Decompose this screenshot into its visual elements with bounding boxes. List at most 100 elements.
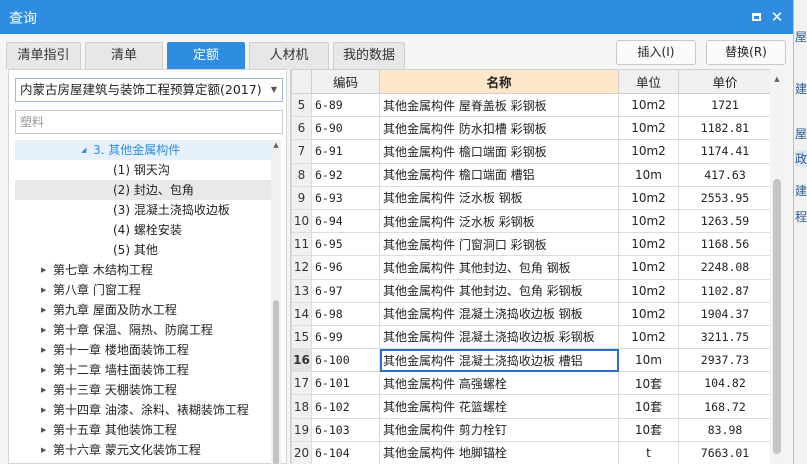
unit-cell[interactable]: 10m2 <box>618 92 679 118</box>
tab-labor-material-machine[interactable]: 人材机 <box>249 42 329 69</box>
unit-cell[interactable]: 10m2 <box>618 185 679 210</box>
code-cell[interactable]: 6-99 <box>311 324 380 350</box>
column-header-unit[interactable]: 单位 <box>618 69 679 94</box>
code-cell[interactable]: 6-95 <box>311 232 380 257</box>
price-cell[interactable]: 2248.08 <box>678 255 772 280</box>
code-cell[interactable]: 6-100 <box>311 348 380 373</box>
chevron-down-icon[interactable]: ▼ <box>271 79 277 101</box>
table-row[interactable]: 8 6-92 其他金属构件 檐口端面 槽铝 10m 417.63 <box>291 162 772 187</box>
column-header-price[interactable]: 单价 <box>678 69 772 94</box>
name-cell[interactable]: 其他金属构件 檐口端面 槽铝 <box>379 162 619 187</box>
price-cell[interactable]: 104.82 <box>678 371 772 396</box>
table-row[interactable]: 7 6-91 其他金属构件 檐口端面 彩钢板 10m2 1174.41 <box>291 139 772 164</box>
name-cell[interactable]: 其他金属构件 防水扣槽 彩钢板 <box>379 116 619 141</box>
maximize-icon[interactable] <box>747 8 765 26</box>
price-cell[interactable]: 1182.81 <box>678 116 772 141</box>
expand-caret-icon[interactable]: ▶ <box>41 320 46 340</box>
unit-cell[interactable]: 10m2 <box>618 116 679 141</box>
scroll-up-icon[interactable]: ▲ <box>770 75 784 83</box>
unit-cell[interactable]: 10m2 <box>618 255 679 280</box>
grid-scroll-thumb[interactable] <box>773 179 781 454</box>
name-cell[interactable]: 其他金属构件 高强螺栓 <box>379 371 619 396</box>
code-cell[interactable]: 6-96 <box>311 255 380 280</box>
expand-caret-icon[interactable]: ▶ <box>41 440 46 460</box>
code-cell[interactable]: 6-90 <box>311 116 380 141</box>
tree-item[interactable]: (1) 钢天沟 <box>15 160 271 180</box>
table-row[interactable]: 11 6-95 其他金属构件 门窗洞口 彩钢板 10m2 1168.56 <box>291 232 772 257</box>
code-cell[interactable]: 6-93 <box>311 185 380 210</box>
tree-scroll-thumb[interactable] <box>273 300 279 464</box>
code-cell[interactable]: 6-94 <box>311 208 380 234</box>
tab-my-data[interactable]: 我的数据 <box>333 42 405 69</box>
insert-button[interactable]: 插入(I) <box>616 40 696 65</box>
name-cell[interactable]: 其他金属构件 剪力栓钉 <box>379 417 619 442</box>
table-row[interactable]: 16 6-100 其他金属构件 混凝土浇捣收边板 槽铝 10m 2937.73 <box>291 348 772 373</box>
unit-cell[interactable]: t <box>618 440 679 464</box>
price-cell[interactable]: 417.63 <box>678 162 772 187</box>
unit-cell[interactable]: 10m2 <box>618 232 679 257</box>
name-cell[interactable]: 其他金属构件 混凝土浇捣收边板 彩钢板 <box>379 324 619 350</box>
table-row[interactable]: 18 6-102 其他金属构件 花篮螺栓 10套 168.72 <box>291 394 772 419</box>
tab-bill-guide[interactable]: 清单指引 <box>6 42 81 69</box>
code-cell[interactable]: 6-97 <box>311 278 380 303</box>
tab-bill[interactable]: 清单 <box>85 42 163 69</box>
unit-cell[interactable]: 10m2 <box>618 324 679 350</box>
replace-button[interactable]: 替换(R) <box>706 40 786 65</box>
grid-scrollbar[interactable]: ▲ <box>770 69 784 464</box>
quota-library-select[interactable]: 内蒙古房屋建筑与装饰工程预算定额(2017) ▼ <box>15 78 283 102</box>
tree-item[interactable]: ▶ 第十一章 楼地面装饰工程 <box>15 340 271 360</box>
tree-item[interactable]: ▶ 第十三章 天棚装饰工程 <box>15 380 271 400</box>
expand-caret-icon[interactable]: ▶ <box>41 340 46 360</box>
expand-caret-icon[interactable]: ▶ <box>41 260 46 280</box>
table-row[interactable]: 15 6-99 其他金属构件 混凝土浇捣收边板 彩钢板 10m2 3211.75 <box>291 324 772 350</box>
code-cell[interactable]: 6-92 <box>311 162 380 187</box>
unit-cell[interactable]: 10m <box>618 348 679 373</box>
tree-item[interactable]: ▶ 第九章 屋面及防水工程 <box>15 300 271 320</box>
code-cell[interactable]: 6-98 <box>311 301 380 326</box>
expand-caret-icon[interactable]: ▶ <box>41 380 46 400</box>
table-row[interactable]: 14 6-98 其他金属构件 混凝土浇捣收边板 钢板 10m2 1904.37 <box>291 301 772 326</box>
table-row[interactable]: 17 6-101 其他金属构件 高强螺栓 10套 104.82 <box>291 371 772 396</box>
tree-item[interactable]: ▶ 第十二章 墙柱面装饰工程 <box>15 360 271 380</box>
table-row[interactable]: 6 6-90 其他金属构件 防水扣槽 彩钢板 10m2 1182.81 <box>291 116 772 141</box>
price-cell[interactable]: 1904.37 <box>678 301 772 326</box>
tree-item[interactable]: ▶ 第八章 门窗工程 <box>15 280 271 300</box>
table-row[interactable]: 9 6-93 其他金属构件 泛水板 钢板 10m2 2553.95 <box>291 185 772 210</box>
price-cell[interactable]: 1168.56 <box>678 232 772 257</box>
name-cell[interactable]: 其他金属构件 花篮螺栓 <box>379 394 619 419</box>
unit-cell[interactable]: 10m2 <box>618 139 679 164</box>
price-cell[interactable]: 2937.73 <box>678 348 772 373</box>
name-cell[interactable]: 其他金属构件 屋脊盖板 彩钢板 <box>379 92 619 118</box>
code-cell[interactable]: 6-104 <box>311 440 380 464</box>
price-cell[interactable]: 2553.95 <box>678 185 772 210</box>
price-cell[interactable]: 3211.75 <box>678 324 772 350</box>
price-cell[interactable]: 1174.41 <box>678 139 772 164</box>
table-row[interactable]: 13 6-97 其他金属构件 其他封边、包角 彩钢板 10m2 1102.87 <box>291 278 772 303</box>
expand-caret-icon[interactable]: ▶ <box>41 300 46 320</box>
collapse-caret-icon[interactable]: ◢ <box>81 140 86 160</box>
name-cell[interactable]: 其他金属构件 檐口端面 彩钢板 <box>379 139 619 164</box>
unit-cell[interactable]: 10m2 <box>618 208 679 234</box>
table-row[interactable]: 10 6-94 其他金属构件 泛水板 彩钢板 10m2 1263.59 <box>291 208 772 234</box>
name-cell[interactable]: 其他金属构件 其他封边、包角 钢板 <box>379 255 619 280</box>
tree-item[interactable]: (4) 螺栓安装 <box>15 220 271 240</box>
column-header-name[interactable]: 名称 <box>379 69 619 94</box>
close-icon[interactable]: ✕ <box>768 8 786 26</box>
expand-caret-icon[interactable]: ▶ <box>41 360 46 380</box>
tab-quota[interactable]: 定额 <box>167 42 245 69</box>
unit-cell[interactable]: 10m <box>618 162 679 187</box>
table-row[interactable]: 19 6-103 其他金属构件 剪力栓钉 10套 83.98 <box>291 417 772 442</box>
name-cell[interactable]: 其他金属构件 泛水板 彩钢板 <box>379 208 619 234</box>
name-cell[interactable]: 其他金属构件 混凝土浇捣收边板 钢板 <box>379 301 619 326</box>
tree-item[interactable]: ▶ 第十章 保温、隔热、防腐工程 <box>15 320 271 340</box>
price-cell[interactable]: 168.72 <box>678 394 772 419</box>
table-row[interactable]: 12 6-96 其他金属构件 其他封边、包角 钢板 10m2 2248.08 <box>291 255 772 280</box>
price-cell[interactable]: 1263.59 <box>678 208 772 234</box>
code-cell[interactable]: 6-102 <box>311 394 380 419</box>
tree-item[interactable]: ▶ 第十五章 其他装饰工程 <box>15 420 271 440</box>
search-input[interactable]: 塑料 <box>15 110 283 134</box>
table-row[interactable]: 20 6-104 其他金属构件 地脚锚栓 t 7663.01 <box>291 440 772 464</box>
expand-caret-icon[interactable]: ▶ <box>41 400 46 420</box>
scroll-up-icon[interactable]: ▲ <box>271 140 281 150</box>
name-cell[interactable]: 其他金属构件 泛水板 钢板 <box>379 185 619 210</box>
